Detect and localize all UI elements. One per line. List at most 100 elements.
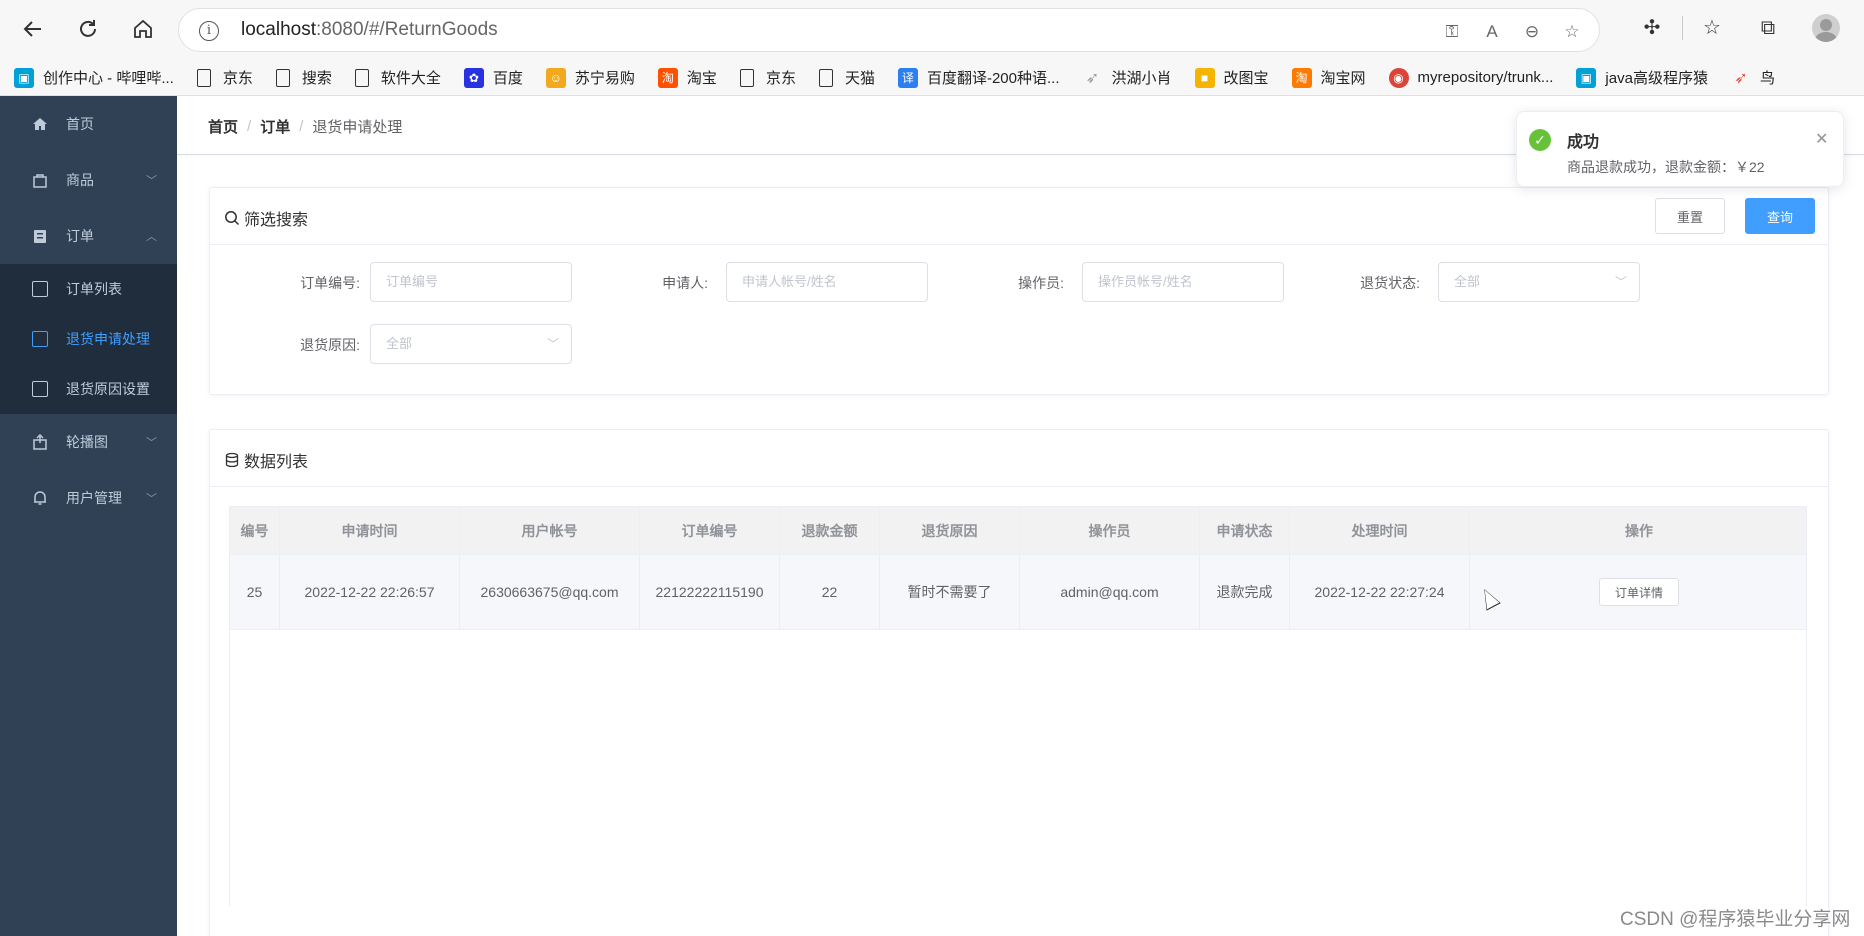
sidebar-item-return-apply[interactable]: 退货申请处理: [0, 314, 177, 364]
sidebar-item-return-reason[interactable]: 退货原因设置: [0, 364, 177, 414]
bookmark-label: 改图宝: [1223, 70, 1269, 87]
bookmark-item[interactable]: 软件大全: [354, 67, 441, 88]
col-header-order-no: 订单编号: [640, 507, 780, 554]
return-reason-select[interactable]: 全部 ﹀: [370, 324, 572, 364]
read-aloud-icon[interactable]: A: [1481, 21, 1503, 43]
cell-id: 25: [230, 555, 280, 629]
profile-avatar[interactable]: [1812, 14, 1840, 42]
close-icon[interactable]: ✕: [1815, 129, 1828, 149]
chevron-down-icon: ﹀: [146, 175, 157, 187]
favorites-icon[interactable]: ☆: [1699, 15, 1725, 41]
key-icon[interactable]: ⚿: [1441, 21, 1463, 43]
bookmark-item[interactable]: 京东: [739, 67, 796, 88]
bookmark-item[interactable]: ✿ 百度: [463, 67, 523, 88]
sidebar-item-label: 用户管理: [66, 490, 122, 506]
sidebar-item-users[interactable]: 用户管理 ﹀: [0, 470, 177, 526]
cell-status: 退款完成: [1200, 555, 1290, 629]
return-reason-value: 全部: [386, 336, 413, 351]
bookmark-item[interactable]: 天猫: [818, 67, 875, 88]
sidebar-item-goods[interactable]: 商品 ﹀: [0, 152, 177, 208]
sidebar-item-label: 商品: [66, 172, 94, 188]
sidebar-item-order[interactable]: 订单 ︿: [0, 208, 177, 264]
site-info-icon[interactable]: i: [199, 21, 219, 41]
data-list-title: 数据列表: [224, 448, 308, 472]
zoom-out-icon[interactable]: ⊖: [1521, 21, 1543, 43]
bookmark-label: 软件大全: [380, 70, 441, 87]
chrome-icon: ◉: [1388, 67, 1409, 88]
operator-input[interactable]: 操作员帐号/姓名: [1082, 262, 1284, 302]
bookmark-item[interactable]: 京东: [196, 67, 253, 88]
list-icon: [32, 281, 48, 297]
success-notification: ✓ 成功 商品退款成功，退款金额：￥22 ✕: [1516, 111, 1844, 187]
reset-button[interactable]: 重置: [1655, 198, 1725, 234]
cell-order-no: 22122222115190: [640, 555, 780, 629]
browser-toolbar: i localhost:8080/#/ReturnGoods ⚿ A ⊖ ☆ ✣…: [0, 0, 1864, 60]
bookmark-label: 淘宝: [686, 70, 717, 87]
sidebar-item-home[interactable]: 首页: [0, 96, 177, 152]
bookmark-item[interactable]: ▣ 创作中心 - 哔哩哔...: [14, 67, 174, 88]
notification-title: 成功: [1567, 134, 1600, 151]
col-header-operator: 操作员: [1020, 507, 1200, 554]
bookmark-label: 百度翻译-200种语...: [926, 70, 1060, 87]
return-status-label: 退货状态:: [1360, 275, 1420, 291]
query-button[interactable]: 查询: [1745, 198, 1815, 234]
toolbar-divider: [1682, 16, 1683, 40]
chevron-down-icon: ﹀: [1614, 275, 1627, 289]
bookmark-label: myrepository/trunk...: [1417, 69, 1554, 86]
applicant-label: 申请人:: [662, 275, 708, 291]
bookmark-label: 百度: [492, 70, 523, 87]
cell-refund-amount: 22: [780, 555, 880, 629]
collections-icon[interactable]: ⧉: [1755, 15, 1781, 41]
bookmark-item[interactable]: 淘淘宝: [657, 67, 717, 88]
shopping-bag-icon: [32, 172, 48, 188]
cell-handle-time: 2022-12-22 22:27:24: [1290, 555, 1470, 629]
success-check-icon: ✓: [1529, 129, 1551, 151]
bookmark-item[interactable]: 淘淘宝网: [1291, 67, 1366, 88]
sidebar-item-carousel[interactable]: 轮播图 ﹀: [0, 414, 177, 470]
breadcrumb: 首页 / 订单 / 退货申请处理: [208, 116, 402, 137]
bookmark-item[interactable]: ▣ java高级程序猿: [1576, 67, 1708, 88]
order-detail-button[interactable]: 订单详情: [1599, 578, 1679, 606]
bookmark-item[interactable]: ■ 改图宝: [1194, 67, 1269, 88]
bookmark-label: 天猫: [844, 70, 875, 87]
sidebar-item-label: 首页: [66, 116, 94, 132]
bookmark-item[interactable]: 译百度翻译-200种语...: [897, 67, 1060, 88]
return-status-select[interactable]: 全部 ﹀: [1438, 262, 1640, 302]
home-icon[interactable]: [128, 14, 158, 44]
sidebar-item-label: 退货申请处理: [66, 331, 150, 347]
url-text: localhost:8080/#/ReturnGoods: [241, 19, 498, 40]
bookmark-label: java高级程序猿: [1605, 70, 1708, 87]
order-no-label: 订单编号:: [300, 275, 360, 291]
breadcrumb-home[interactable]: 首页: [208, 116, 238, 137]
add-favorite-icon[interactable]: ☆: [1561, 21, 1583, 43]
order-no-input[interactable]: 订单编号: [370, 262, 572, 302]
extensions-icon[interactable]: ✣: [1639, 15, 1665, 41]
operator-label: 操作员:: [1018, 275, 1064, 291]
bookmark-item[interactable]: ☺ 苏宁易购: [545, 67, 635, 88]
bookmark-item[interactable]: 搜索: [275, 67, 332, 88]
refresh-icon[interactable]: [73, 14, 103, 44]
breadcrumb-order[interactable]: 订单: [260, 116, 290, 137]
col-header-return-reason: 退货原因: [880, 507, 1020, 554]
filter-title-text: 筛选搜索: [244, 212, 309, 229]
back-arrow-icon[interactable]: [18, 14, 48, 44]
filter-title: 筛选搜索: [224, 206, 308, 230]
document-icon: [739, 68, 754, 87]
filter-card: 筛选搜索 重置 查询 订单编号: 订单编号 申请人: 申请人帐号/姓名 操作员:…: [209, 187, 1829, 395]
bookmark-item[interactable]: ◉ myrepository/trunk...: [1388, 67, 1554, 88]
address-bar[interactable]: i localhost:8080/#/ReturnGoods ⚿ A ⊖ ☆: [178, 8, 1600, 52]
gaitubao-icon: ■: [1194, 67, 1215, 88]
sidebar-item-order-list[interactable]: 订单列表: [0, 264, 177, 314]
taobao-icon: 淘: [1291, 67, 1312, 88]
bookmark-item[interactable]: ➶ 洪湖小肖: [1083, 67, 1172, 88]
main-content: 首页 / 订单 / 退货申请处理 筛选搜索 重置 查询 订单编号: 订单编号 申…: [177, 96, 1864, 936]
clipboard-icon: [32, 228, 48, 244]
cell-actions: 订单详情: [1470, 555, 1808, 629]
chevron-up-icon: ︿: [146, 231, 157, 243]
sidebar-item-label: 轮播图: [66, 434, 108, 450]
bookmark-label: 淘宝网: [1320, 70, 1366, 87]
bookmark-item[interactable]: ➶ 鸟: [1731, 67, 1775, 88]
applicant-input[interactable]: 申请人帐号/姓名: [726, 262, 928, 302]
breadcrumb-current: 退货申请处理: [312, 119, 403, 136]
bookmark-label: 搜索: [301, 70, 332, 87]
